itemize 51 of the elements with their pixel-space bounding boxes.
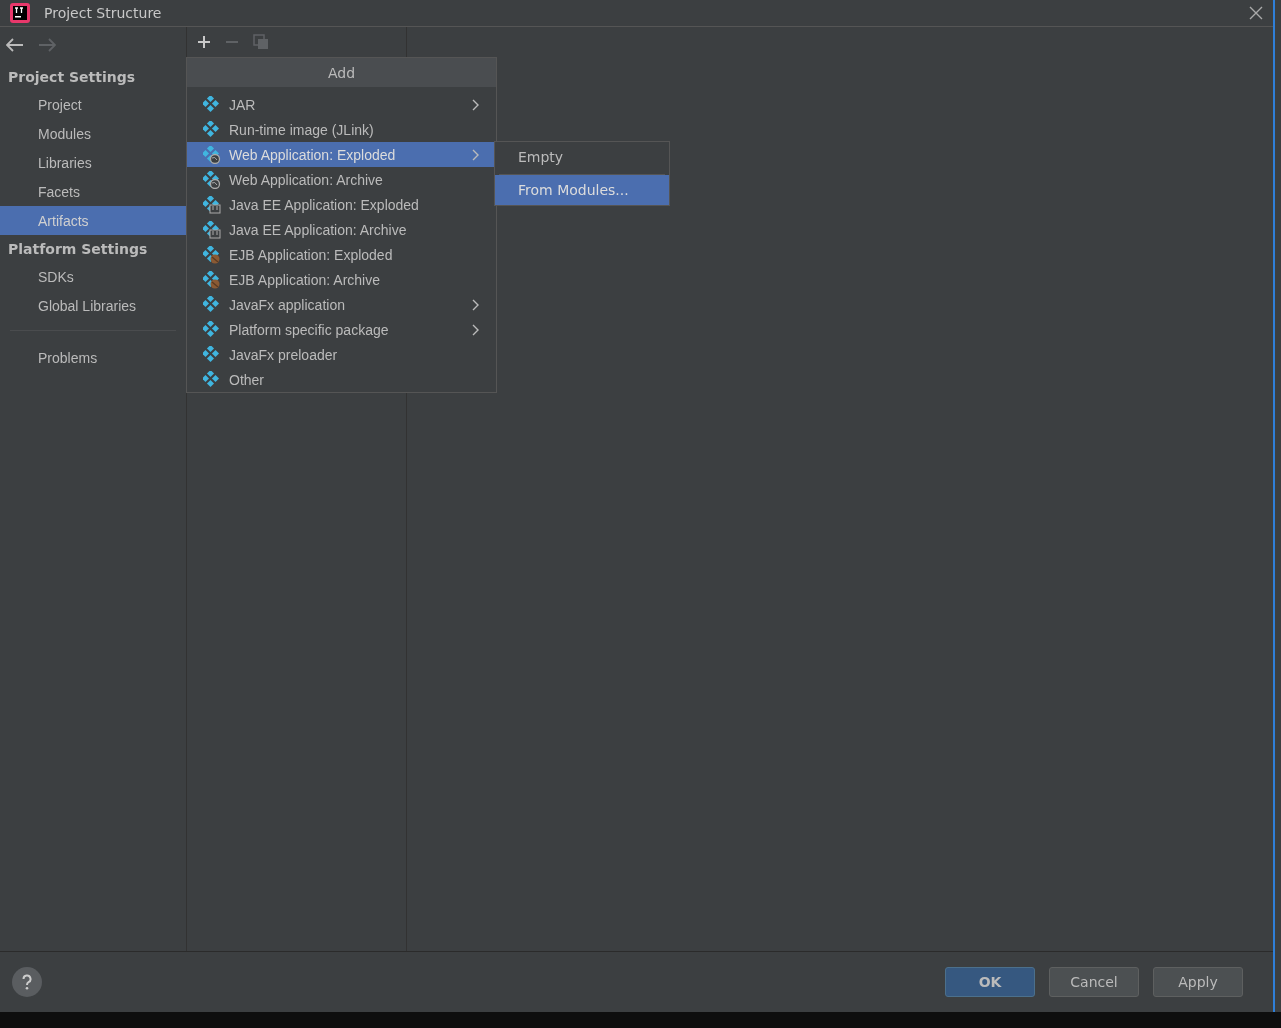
menu-item[interactable]: JavaFx preloader <box>187 342 496 367</box>
app-logo-icon <box>10 3 30 23</box>
menu-item[interactable]: JAR <box>187 92 496 117</box>
diamonds-bean-icon <box>203 245 221 264</box>
back-arrow-icon[interactable] <box>6 38 24 52</box>
diamonds-icon <box>203 295 221 314</box>
menu-item[interactable]: Java EE Application: Archive <box>187 217 496 242</box>
diamonds-bean-icon <box>203 270 221 289</box>
menu-item[interactable]: Other <box>187 367 496 392</box>
ok-button[interactable]: OK <box>945 967 1035 997</box>
sidebar-item[interactable]: SDKs <box>0 262 186 291</box>
diamonds-grid-icon <box>203 195 221 214</box>
chevron-right-icon <box>472 298 480 311</box>
sidebar-item[interactable]: Artifacts <box>0 206 186 235</box>
cancel-button[interactable]: Cancel <box>1049 967 1139 997</box>
diamonds-icon <box>203 120 221 139</box>
menu-item[interactable]: JavaFx application <box>187 292 496 317</box>
window-title: Project Structure <box>44 5 163 21</box>
menu-title: Add <box>187 58 496 87</box>
menu-item[interactable]: Run-time image (JLink) <box>187 117 496 142</box>
diamonds-icon <box>203 370 221 389</box>
sidebar-item[interactable]: Libraries <box>0 148 186 177</box>
apply-button[interactable]: Apply <box>1153 967 1243 997</box>
menu-item[interactable]: EJB Application: Exploded <box>187 242 496 267</box>
diamonds-icon <box>203 320 221 339</box>
diamonds-icon <box>203 95 221 114</box>
menu-item[interactable]: Web Application: Exploded <box>187 142 496 167</box>
sidebar-item[interactable]: Problems <box>0 343 186 372</box>
help-button[interactable] <box>12 967 42 997</box>
sidebar-item[interactable]: Project <box>0 90 186 119</box>
menu-item[interactable]: Web Application: Archive <box>187 167 496 192</box>
menu-item[interactable]: Empty <box>495 142 669 172</box>
chevron-right-icon <box>472 148 480 161</box>
diamonds-icon <box>203 345 221 364</box>
diamonds-grid-icon <box>203 220 221 239</box>
question-mark-icon <box>22 974 32 990</box>
section-heading: Platform Settings <box>7 239 149 259</box>
sidebar-item[interactable]: Facets <box>0 177 186 206</box>
add-icon[interactable] <box>197 35 211 49</box>
sidebar-item[interactable]: Global Libraries <box>0 291 186 320</box>
chevron-right-icon <box>472 98 480 111</box>
diamonds-globe-icon <box>203 170 221 189</box>
sidebar-item[interactable]: Modules <box>0 119 186 148</box>
menu-item[interactable]: EJB Application: Archive <box>187 267 496 292</box>
diamonds-globe-icon <box>203 145 221 164</box>
menu-item[interactable]: Platform specific package <box>187 317 496 342</box>
close-icon[interactable] <box>1249 6 1263 20</box>
menu-item[interactable]: From Modules... <box>495 175 669 205</box>
chevron-right-icon <box>472 323 480 336</box>
section-heading: Project Settings <box>7 67 137 87</box>
menu-item[interactable]: Java EE Application: Exploded <box>187 192 496 217</box>
